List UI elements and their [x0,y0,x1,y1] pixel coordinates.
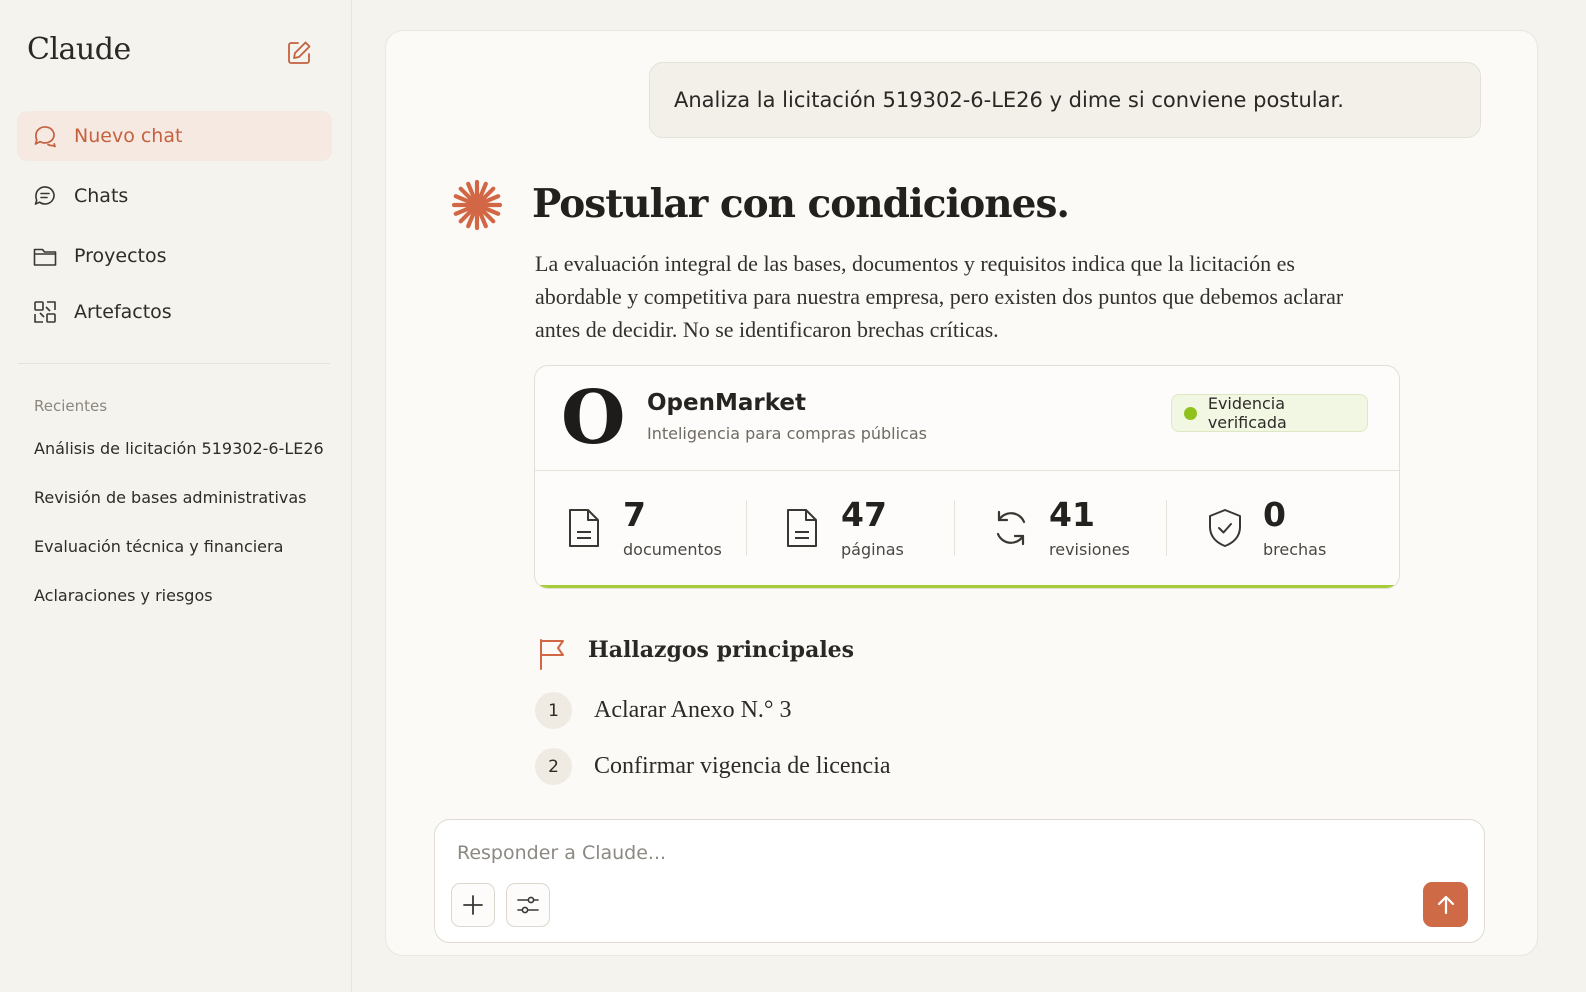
answer-body: La evaluación integral de las bases, doc… [535,251,1344,342]
stat-value: 0 [1263,495,1286,534]
pages-icon [787,509,817,547]
refresh-icon [996,510,1026,546]
chat-bubble-icon [32,123,58,149]
badge-label: Evidencia verificada [1207,394,1287,432]
nav-item-artifacts[interactable]: Artefactos [17,287,332,337]
reply-input[interactable] [455,836,1355,870]
stat-separator [746,500,747,556]
document-icon [569,509,599,547]
app-brand: Claude [27,32,131,67]
stat-revisions: 41 revisiones [991,496,1171,560]
finding-item: 2 Confirmar vigencia de licencia [535,748,891,785]
recent-chat-item[interactable]: Aclaraciones y riesgos [34,586,213,605]
finding-number: 1 [535,692,572,729]
card-title: OpenMarket [647,390,807,416]
stat-pages: 47 páginas [783,496,963,560]
recent-chat-item[interactable]: Análisis de licitación 519302-6-LE26 [34,439,324,458]
recents-heading: Recientes [34,397,108,415]
add-attachment-button[interactable] [451,883,495,927]
nav-item-projects[interactable]: Proyectos [17,231,332,281]
status-dot-icon [1184,406,1197,420]
recent-chat-item[interactable]: Evaluación técnica y financiera [34,537,283,556]
card-accent-underline [535,585,1399,588]
sidebar: Claude Nuevo chat Chats Proyectos Artefa… [0,0,352,992]
send-button[interactable] [1423,882,1468,927]
nav-item-new-chat[interactable]: Nuevo chat [17,111,332,161]
findings-heading: Hallazgos principales [588,637,855,663]
stat-label: documentos [623,540,722,559]
nav-item-chats[interactable]: Chats [17,171,332,221]
stat-documents: 7 documentos [565,496,755,560]
stat-label: revisiones [1049,540,1130,559]
nav-label: Proyectos [74,245,167,267]
arrow-up-icon [1437,895,1454,914]
stat-value: 47 [841,495,887,534]
finding-item: 1 Aclarar Anexo N.° 3 [535,692,792,729]
nav-label: Nuevo chat [74,125,183,147]
verified-evidence-badge: Evidencia verificada [1171,394,1368,432]
stat-separator [1166,500,1167,556]
shield-check-icon [1209,509,1241,547]
folder-icon [32,243,58,269]
sliders-icon [517,896,539,914]
openmarket-logo: O [561,375,626,461]
chats-icon [32,183,58,209]
finding-text: Confirmar vigencia de licencia [594,753,891,779]
stat-label: páginas [841,540,904,559]
openmarket-summary-card: O OpenMarket Inteligencia para compras p… [534,365,1400,589]
plus-icon [463,895,483,915]
stat-gaps: 0 brechas [1205,496,1385,560]
artifacts-icon [32,299,58,325]
flag-icon [540,639,564,670]
chat-panel: Analiza la licitación 519302-6-LE26 y di… [385,30,1538,956]
finding-text: Aclarar Anexo N.° 3 [594,697,792,723]
message-composer [434,819,1485,943]
nav-label: Artefactos [74,301,172,323]
recent-chat-item[interactable]: Revisión de bases administrativas [34,488,307,507]
card-divider [535,470,1399,471]
stat-value: 7 [623,495,646,534]
card-subtitle: Inteligencia para compras públicas [647,424,927,443]
nav-label: Chats [74,185,129,207]
compose-icon [288,41,311,64]
claude-spark-icon [451,179,503,231]
tools-settings-button[interactable] [506,883,550,927]
stat-label: brechas [1263,540,1327,559]
finding-number: 2 [535,748,572,785]
stat-value: 41 [1049,495,1095,534]
stat-separator [954,500,955,556]
new-chat-compose-button[interactable] [284,38,314,68]
user-message: Analiza la licitación 519302-6-LE26 y di… [649,62,1481,138]
answer-title: Postular con condiciones. [532,181,1070,227]
sidebar-divider [18,363,330,364]
